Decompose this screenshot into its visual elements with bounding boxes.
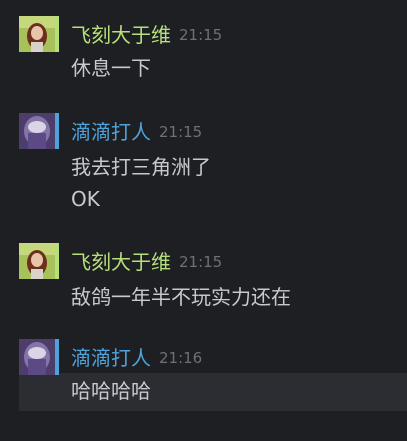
timestamp: 21:16 [159, 349, 203, 367]
avatar-container[interactable] [19, 243, 61, 281]
message-text: 敌鸽一年半不玩实力还在 [71, 285, 291, 309]
avatar-container[interactable] [19, 113, 61, 151]
timestamp: 21:15 [179, 26, 223, 44]
message-header: 飞刻大于维 21:15 [71, 22, 222, 48]
avatar-container[interactable] [19, 339, 61, 377]
message-header: 滴滴打人 21:15 [71, 119, 202, 145]
avatar[interactable] [19, 339, 55, 375]
message-text: 我去打三角洲了 [71, 155, 211, 179]
message-text: 哈哈哈哈 [71, 379, 151, 403]
timestamp: 21:15 [159, 123, 203, 141]
message-header: 滴滴打人 21:16 [71, 345, 202, 371]
avatar[interactable] [19, 243, 55, 279]
user-avatar-icon [19, 339, 55, 375]
author-name[interactable]: 滴滴打人 [71, 346, 151, 370]
chat-log: 飞刻大于维 21:15 休息一下 滴滴打人 21:15 我去打三角洲了 OK 飞… [0, 0, 407, 441]
message-text: 休息一下 [71, 56, 151, 80]
avatar[interactable] [19, 16, 55, 52]
role-color-bar [55, 16, 59, 52]
message-text: OK [71, 187, 100, 211]
role-color-bar [55, 243, 59, 279]
timestamp: 21:15 [179, 253, 223, 271]
user-avatar-icon [19, 113, 55, 149]
user-avatar-icon [19, 16, 55, 52]
role-color-bar [55, 339, 59, 375]
message-header: 飞刻大于维 21:15 [71, 249, 222, 275]
avatar-container[interactable] [19, 16, 61, 54]
author-name[interactable]: 滴滴打人 [71, 120, 151, 144]
role-color-bar [55, 113, 59, 149]
author-name[interactable]: 飞刻大于维 [71, 250, 171, 274]
avatar[interactable] [19, 113, 55, 149]
author-name[interactable]: 飞刻大于维 [71, 23, 171, 47]
user-avatar-icon [19, 243, 55, 279]
